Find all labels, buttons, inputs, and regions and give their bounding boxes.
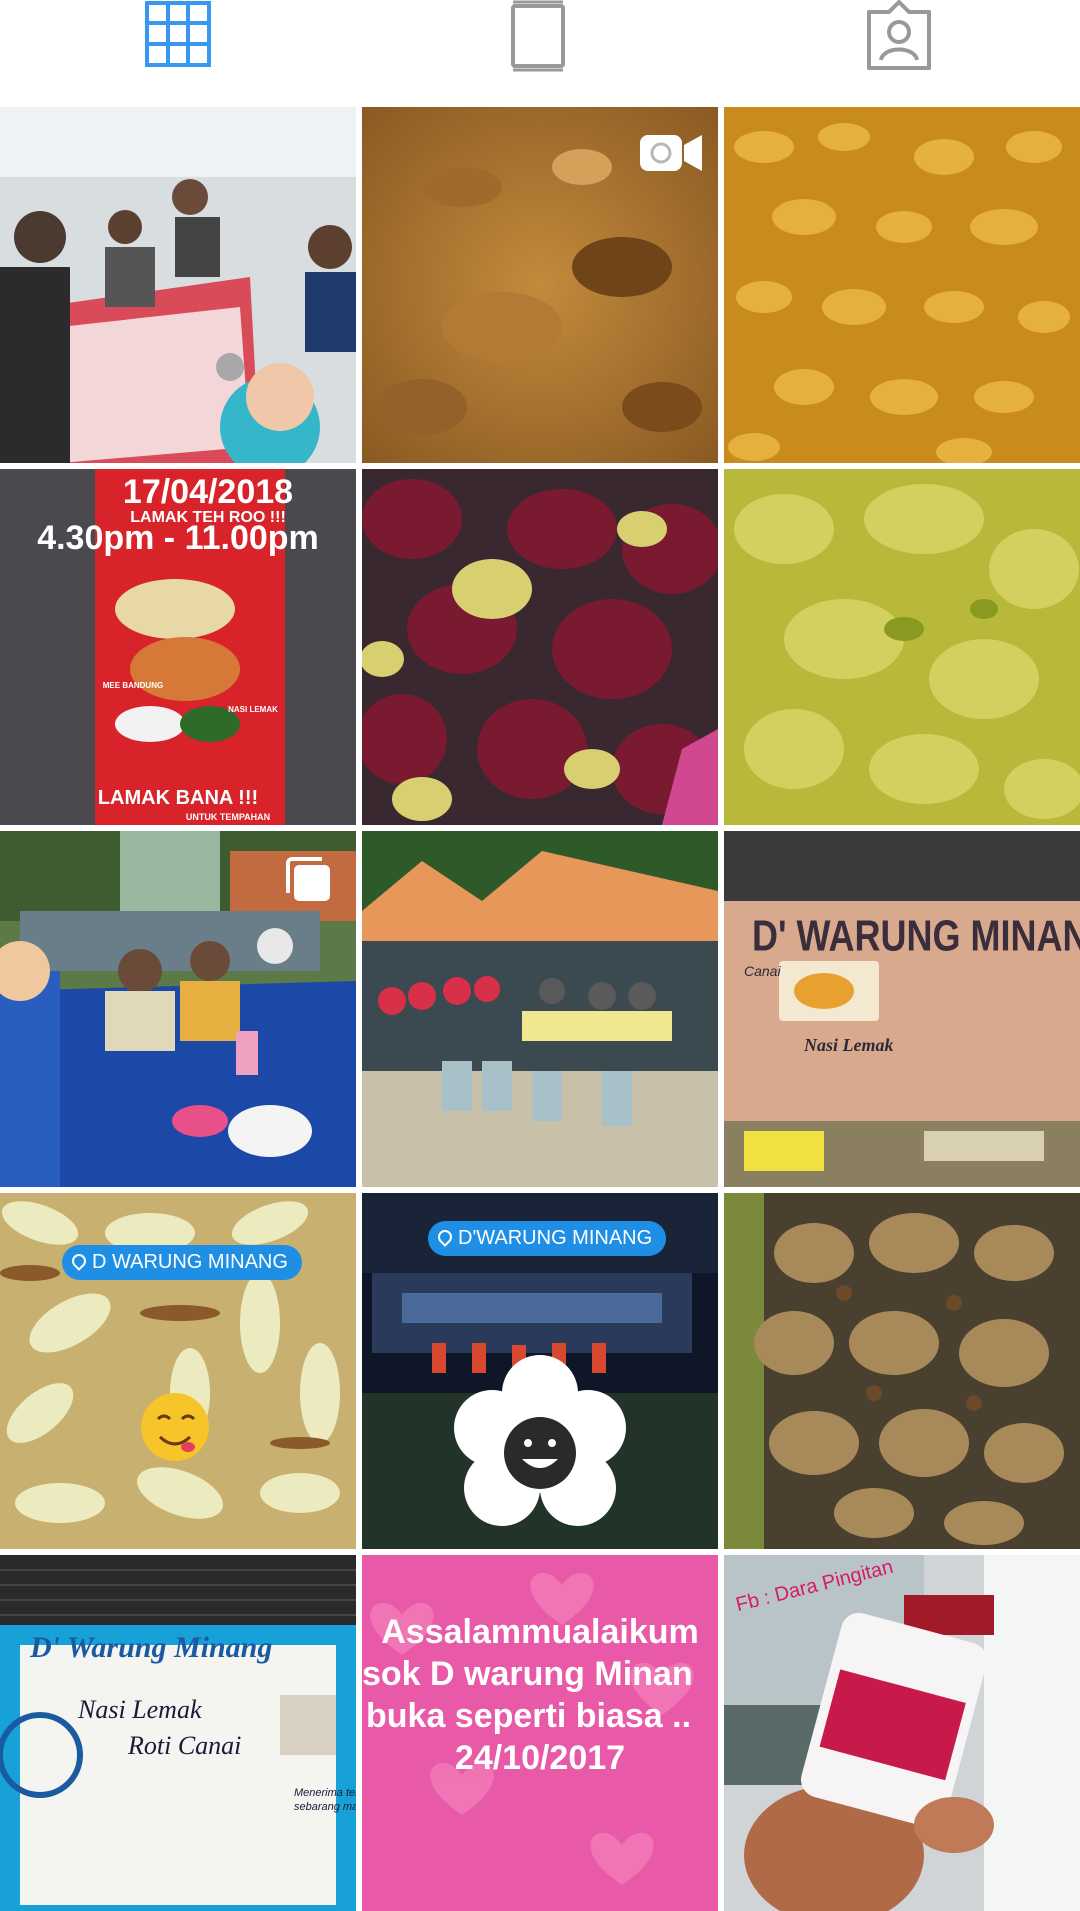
video-camera-icon xyxy=(640,135,702,171)
location-pin-icon xyxy=(69,1251,89,1271)
post-photo xyxy=(724,1555,1080,1911)
post-tile[interactable] xyxy=(724,469,1080,825)
signboard-sub2: Canai xyxy=(744,963,781,979)
greeting-line-3: buka seperti biasa .. xyxy=(366,1697,692,1735)
greeting-line-4: 24/10/2017 xyxy=(454,1739,626,1777)
signboard-line-2: Roti Canai xyxy=(128,1731,242,1760)
greeting-line-1: Assalammualaikum xyxy=(381,1613,699,1651)
post-photo xyxy=(724,831,1080,1187)
post-photo xyxy=(0,107,356,463)
post-photo xyxy=(724,1193,1080,1549)
post-tile[interactable] xyxy=(0,831,356,1187)
poster-date: 17/04/2018 xyxy=(122,473,294,511)
post-tile[interactable]: Assalammualaikum sok D warung Minan buka… xyxy=(362,1555,718,1911)
post-tile[interactable] xyxy=(0,107,356,463)
poster-label-2: NASI LEMAK xyxy=(228,705,278,714)
greeting-line-2: sok D warung Minan xyxy=(362,1655,693,1693)
location-label: D'WARUNG MINANG xyxy=(458,1227,653,1249)
poster-slogan: LAMAK BANA !!! xyxy=(97,787,259,809)
post-tile[interactable]: D' WARUNG MINANG Nasi Lemak Canai xyxy=(724,831,1080,1187)
location-sticker: D WARUNG MINANG xyxy=(62,1245,302,1280)
location-sticker: D'WARUNG MINANG xyxy=(428,1221,667,1256)
location-label: D WARUNG MINANG xyxy=(92,1251,288,1273)
post-tile[interactable] xyxy=(724,1193,1080,1549)
post-tile[interactable] xyxy=(362,469,718,825)
post-tile[interactable] xyxy=(724,107,1080,463)
signboard-title: D' Warung Minang xyxy=(30,1631,273,1664)
feed-icon xyxy=(511,0,565,72)
tab-tagged[interactable] xyxy=(838,0,958,80)
poster-footer: UNTUK TEMPAHAN xyxy=(185,812,271,822)
post-tile[interactable]: D WARUNG MINANG xyxy=(0,1193,356,1549)
post-photo xyxy=(362,831,718,1187)
post-tile[interactable]: D' Warung Minang Nasi Lemak Roti Canai M… xyxy=(0,1555,356,1911)
post-tile[interactable] xyxy=(362,107,718,463)
post-photo xyxy=(362,469,718,825)
signboard-line-1: Nasi Lemak xyxy=(78,1695,202,1724)
post-photo xyxy=(724,107,1080,463)
signboard-small-1: Menerima tem xyxy=(294,1787,356,1799)
tab-feed[interactable] xyxy=(478,0,598,80)
location-pin-icon xyxy=(435,1227,455,1247)
signboard-sub: Nasi Lemak xyxy=(804,1035,894,1055)
post-tile[interactable]: Fb : Dara Pingitan xyxy=(724,1555,1080,1911)
post-grid: 17/04/2018 LAMAK TEH ROO !!! 4.30pm - 11… xyxy=(0,107,1080,1911)
profile-tab-bar xyxy=(0,0,1080,107)
post-tile[interactable]: 17/04/2018 LAMAK TEH ROO !!! 4.30pm - 11… xyxy=(0,469,356,825)
carousel-icon xyxy=(286,857,330,901)
poster-label-1: MEE BANDUNG xyxy=(102,681,164,690)
grid-icon xyxy=(145,1,211,67)
tab-grid[interactable] xyxy=(118,0,238,80)
signboard-title: D' WARUNG MINANG xyxy=(752,910,1080,960)
signboard-small-2: sebarang maj xyxy=(294,1801,356,1813)
post-tile[interactable]: D'WARUNG MINANG xyxy=(362,1193,718,1549)
post-photo xyxy=(724,469,1080,825)
poster-hours: 4.30pm - 11.00pm xyxy=(37,519,319,557)
tagged-person-icon xyxy=(867,0,931,70)
post-tile[interactable] xyxy=(362,831,718,1187)
